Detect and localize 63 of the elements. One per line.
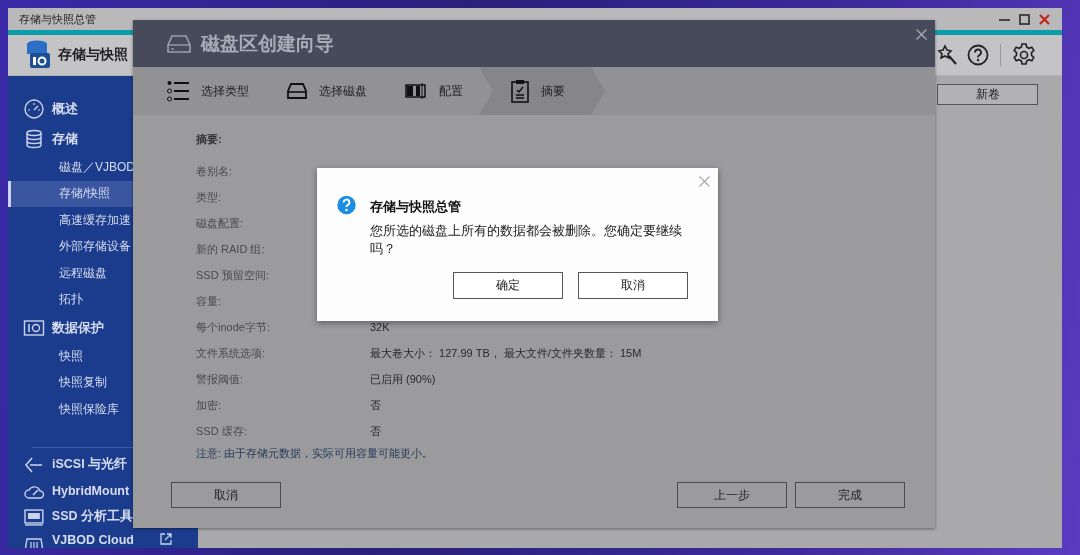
sidebar-item[interactable]: 远程磁盘 bbox=[8, 260, 133, 287]
field-value: 32K bbox=[370, 321, 390, 333]
wizard-step: 选择类型 bbox=[167, 67, 269, 115]
close-icon[interactable] bbox=[916, 29, 927, 40]
maximize-icon[interactable] bbox=[1019, 13, 1030, 25]
cancel-button[interactable]: 取消 bbox=[171, 482, 281, 508]
field-label: SSD 缓存: bbox=[196, 423, 248, 439]
close-icon[interactable] bbox=[1039, 13, 1050, 25]
field-label: 警报阈值: bbox=[196, 371, 245, 387]
wizard-step: 摘要 bbox=[479, 67, 605, 115]
external-link-icon[interactable] bbox=[160, 532, 172, 545]
app-name: 存储与快照 bbox=[58, 46, 128, 64]
sidebar-item[interactable]: iSCSI 与光纤 bbox=[8, 451, 133, 478]
sidebar-item[interactable]: 数据保护 bbox=[8, 313, 133, 343]
database-icon bbox=[23, 128, 45, 150]
dialog-title: 存储与快照总管 bbox=[370, 198, 462, 216]
field-label: 卷别名: bbox=[196, 163, 234, 179]
note-text: 注意: 由于存储元数据，实际可用容量可能更小。 bbox=[195, 446, 435, 461]
field-label: 磁盘配置: bbox=[196, 215, 245, 231]
sidebar-item[interactable]: 概述 bbox=[8, 94, 133, 124]
sidebar-item[interactable]: VJBOD Cloud bbox=[8, 529, 174, 548]
sidebar-item[interactable]: 拓扑 bbox=[8, 286, 133, 313]
field-label: 加密: bbox=[196, 397, 223, 413]
field-label: 类型: bbox=[196, 189, 223, 205]
sidebar-item[interactable]: 存储 bbox=[8, 124, 133, 154]
wizard-step: 选择磁盘 bbox=[287, 67, 387, 115]
field-value: 否 bbox=[370, 397, 381, 413]
field-label: 文件系统选项: bbox=[196, 345, 267, 361]
field-value: 否 bbox=[370, 423, 381, 439]
field-label: 新的 RAID 组: bbox=[196, 241, 266, 257]
field-value: 已启用 (90%) bbox=[370, 371, 436, 387]
dialog-message: 您所选的磁盘上所有的数据都会被删除。您确定要继续吗？ bbox=[370, 223, 683, 258]
back-button[interactable]: 上一步 bbox=[677, 482, 787, 508]
help-icon[interactable] bbox=[967, 44, 989, 66]
sidebar-item[interactable]: 快照保险库 bbox=[8, 396, 133, 423]
sidebar-item[interactable]: 高速缓存加速 bbox=[8, 207, 133, 234]
sidebar-item[interactable]: 磁盘／VJBOD bbox=[8, 154, 133, 181]
sidebar-item[interactable]: HybridMount bbox=[8, 477, 133, 504]
magic-wand-icon[interactable] bbox=[937, 44, 959, 66]
drive-icon bbox=[167, 33, 191, 54]
gauge-icon bbox=[23, 98, 45, 120]
sidebar-item[interactable]: 外部存储设备 bbox=[8, 233, 133, 260]
list-icon bbox=[167, 80, 189, 102]
columns-icon bbox=[405, 83, 427, 99]
window-title: 存储与快照总管 bbox=[19, 11, 96, 27]
confirm-button[interactable]: 确定 bbox=[453, 272, 563, 299]
new-volume-button[interactable]: 新卷 bbox=[937, 84, 1038, 105]
sidebar-item[interactable]: 快照 bbox=[8, 343, 133, 370]
field-label: 每个inode字节: bbox=[196, 319, 271, 335]
field-label: SSD 预留空间: bbox=[196, 267, 270, 283]
finish-button[interactable]: 完成 bbox=[795, 482, 905, 508]
summary-heading: 摘要: bbox=[195, 132, 223, 147]
field-value: 最大卷大小： 127.99 TB， 最大文件/文件夹数量： 15M bbox=[370, 345, 642, 361]
cancel-button[interactable]: 取消 bbox=[578, 272, 688, 299]
drive-icon bbox=[287, 83, 307, 99]
storage-logo-icon bbox=[26, 40, 52, 70]
clipboard-check-icon bbox=[511, 79, 529, 103]
settings-icon[interactable] bbox=[1012, 43, 1036, 67]
field-label: 容量: bbox=[196, 293, 223, 309]
sidebar-item[interactable]: SSD 分析工具 bbox=[8, 503, 133, 530]
sidebar-item[interactable]: 快照复制 bbox=[8, 369, 133, 396]
wizard-title: 磁盘区创建向导 bbox=[201, 31, 334, 56]
sidebar-item[interactable]: 存储/快照 bbox=[8, 180, 133, 207]
